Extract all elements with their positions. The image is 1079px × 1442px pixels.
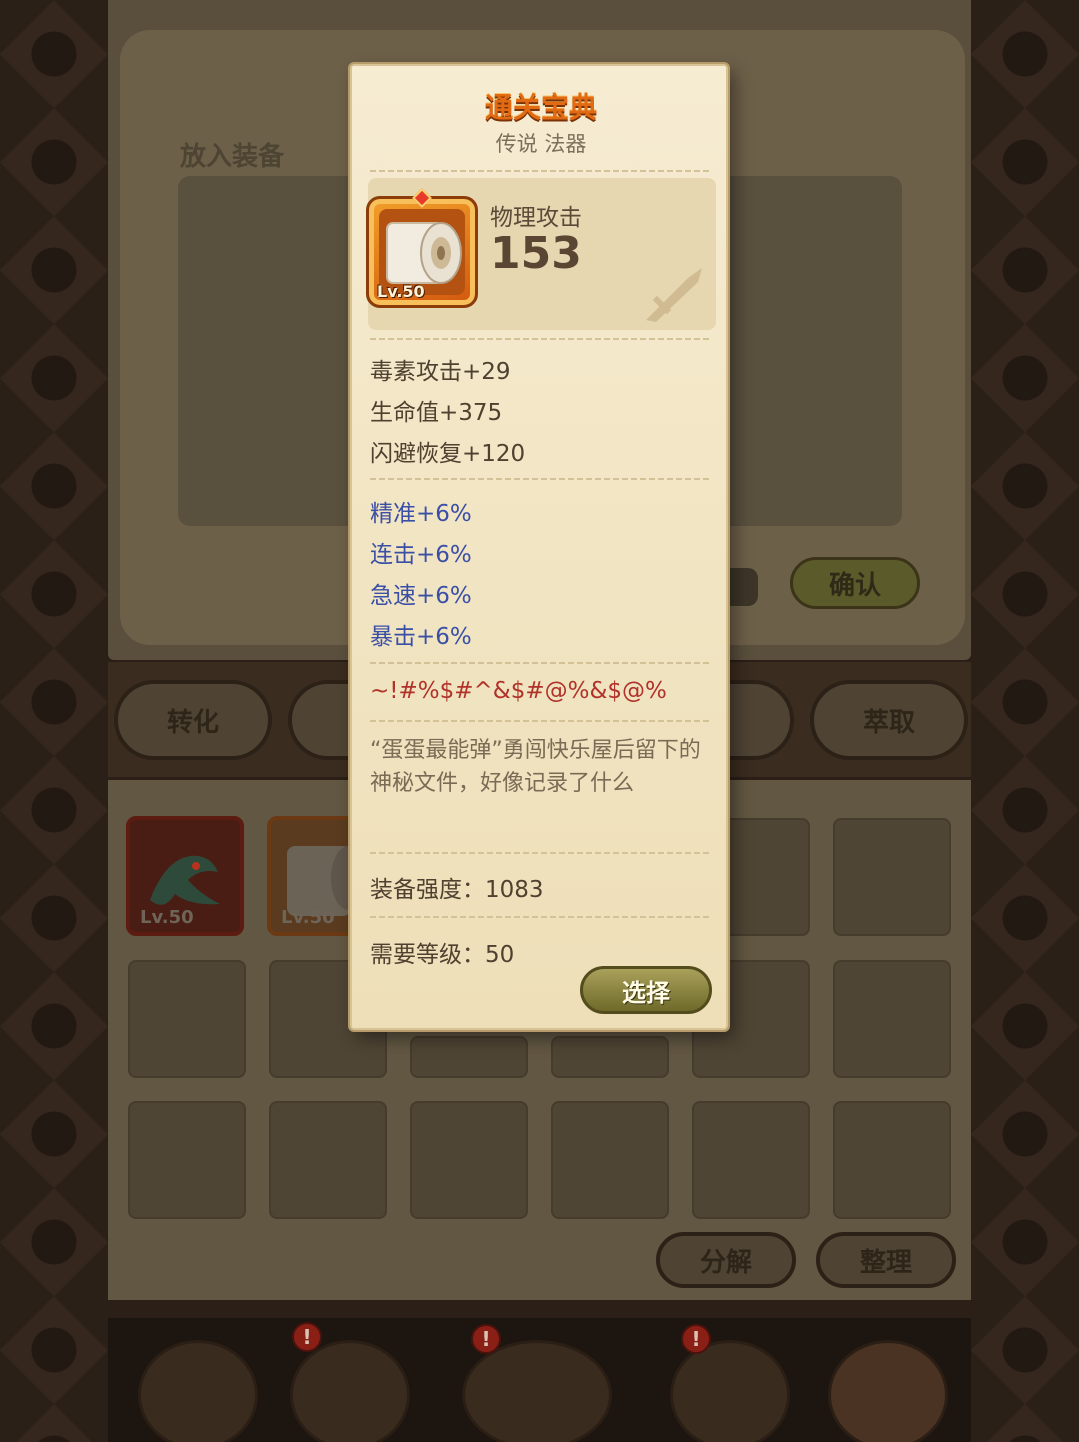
inventory-slot[interactable] xyxy=(128,1101,246,1219)
backpack-icon xyxy=(670,1340,790,1442)
nav-forge[interactable] xyxy=(818,1330,958,1442)
main-stat-label: 物理攻击 xyxy=(490,205,582,231)
notification-badge: ! xyxy=(292,1322,322,1352)
divider xyxy=(370,852,712,854)
required-level: 需要等级：50 xyxy=(370,942,515,968)
item-level: Lv.50 xyxy=(377,282,425,301)
confirm-button[interactable]: 确认 xyxy=(790,557,920,609)
divider xyxy=(370,916,712,918)
nav-house[interactable] xyxy=(128,1330,268,1442)
notification-badge: ! xyxy=(681,1324,711,1354)
put-equipment-label: 放入装备 xyxy=(180,142,285,172)
special-effect-line: ~!#%$#^&$#@%&$@% xyxy=(370,678,667,704)
inventory-item-dragon[interactable]: Lv.50 xyxy=(126,816,244,936)
inventory-slot[interactable] xyxy=(410,1036,528,1078)
inventory-slot[interactable] xyxy=(410,1101,528,1219)
item-rarity-type: 传说 法器 xyxy=(495,132,587,156)
base-stat-line: 闪避恢复+120 xyxy=(370,441,526,467)
tab-extract[interactable]: 萃取 xyxy=(810,680,968,760)
inventory-slot[interactable] xyxy=(551,1036,669,1078)
sword-watermark-icon xyxy=(646,268,702,322)
inventory-slot[interactable] xyxy=(551,1101,669,1219)
decompose-button[interactable]: 分解 xyxy=(656,1232,796,1288)
right-wall-pattern xyxy=(971,0,1079,1442)
bonus-stat-line: 急速+6% xyxy=(370,583,472,609)
left-wall-pattern xyxy=(0,0,108,1442)
inventory-slot[interactable] xyxy=(833,960,951,1078)
divider xyxy=(370,170,712,172)
base-stat-line: 生命值+375 xyxy=(370,400,503,426)
inventory-slot[interactable] xyxy=(269,1101,387,1219)
beer-mug-icon xyxy=(290,1340,410,1442)
inventory-slot[interactable] xyxy=(833,818,951,936)
item-description: “蛋蛋最能弹”勇闯快乐屋后留下的神秘文件，好像记录了什么 xyxy=(370,738,701,796)
inventory-slot[interactable] xyxy=(692,1101,810,1219)
divider xyxy=(370,338,712,340)
notification-badge: ! xyxy=(471,1324,501,1354)
bonus-stat-line: 暴击+6% xyxy=(370,624,472,650)
bonus-stat-line: 精准+6% xyxy=(370,501,472,527)
base-stat-line: 毒素攻击+29 xyxy=(370,359,511,385)
divider xyxy=(370,662,712,664)
portal-icon xyxy=(462,1340,612,1442)
item-level: Lv.50 xyxy=(281,907,335,928)
inventory-slot[interactable] xyxy=(128,960,246,1078)
inventory-slot[interactable] xyxy=(833,1101,951,1219)
sort-button[interactable]: 整理 xyxy=(816,1232,956,1288)
house-icon xyxy=(138,1340,258,1442)
divider xyxy=(370,478,712,480)
item-name: 通关宝典 xyxy=(484,91,597,124)
forge-cauldron-icon xyxy=(828,1340,948,1442)
main-stat-value: 153 xyxy=(490,228,582,279)
item-tooltip-card: 通关宝典 传说 法器 Lv.50 物理攻击 153 毒素攻击+29 生命值+37… xyxy=(350,64,728,1030)
tab-convert[interactable]: 转化 xyxy=(114,680,272,760)
select-button[interactable]: 选择 xyxy=(580,966,712,1014)
divider xyxy=(370,720,712,722)
item-level: Lv.50 xyxy=(140,907,194,928)
bonus-stat-line: 连击+6% xyxy=(370,542,472,568)
equipment-strength: 装备强度：1083 xyxy=(370,877,544,903)
item-icon-frame: Lv.50 xyxy=(366,188,478,308)
nav-backpack[interactable] xyxy=(660,1330,800,1442)
